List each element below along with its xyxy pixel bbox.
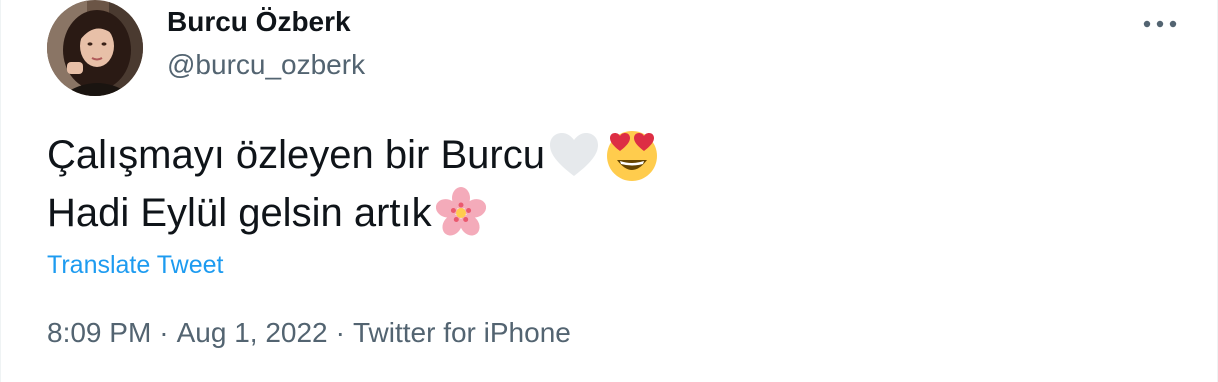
meta-separator: · bbox=[159, 317, 169, 348]
author-handle[interactable]: @burcu_ozberk bbox=[167, 47, 365, 83]
tweet-line-1: Çalışmayı özleyen bir Burcu bbox=[47, 126, 1167, 184]
translate-tweet-link[interactable]: Translate Tweet bbox=[47, 249, 223, 281]
cherry-blossom-icon bbox=[432, 184, 490, 242]
tweet-source[interactable]: Twitter for iPhone bbox=[353, 317, 571, 348]
tweet-meta: 8:09 PM · Aug 1, 2022 · Twitter for iPhone bbox=[47, 315, 571, 351]
tweet-date[interactable]: Aug 1, 2022 bbox=[177, 317, 328, 348]
white-heart-icon bbox=[545, 126, 603, 184]
author-display-name[interactable]: Burcu Özberk bbox=[167, 4, 365, 40]
profile-photo-icon bbox=[47, 0, 143, 96]
tweet-time[interactable]: 8:09 PM bbox=[47, 317, 151, 348]
tweet-line-2: Hadi Eylül gelsin artık bbox=[47, 184, 1167, 242]
author-block: Burcu Özberk @burcu_ozberk bbox=[167, 4, 365, 83]
heart-eyes-face-icon bbox=[603, 126, 661, 184]
tweet-card: Burcu Özberk @burcu_ozberk Çalışmayı özl… bbox=[0, 0, 1218, 382]
meta-separator: · bbox=[335, 317, 345, 348]
tweet-text-line-1: Çalışmayı özleyen bir Burcu bbox=[47, 132, 545, 177]
tweet-body: Çalışmayı özleyen bir Burcu Hadi Eylül g… bbox=[47, 126, 1167, 242]
avatar[interactable] bbox=[47, 0, 143, 96]
more-options-button[interactable] bbox=[1137, 8, 1183, 40]
more-options-icon bbox=[1143, 20, 1177, 28]
tweet-text-line-2: Hadi Eylül gelsin artık bbox=[47, 190, 432, 235]
